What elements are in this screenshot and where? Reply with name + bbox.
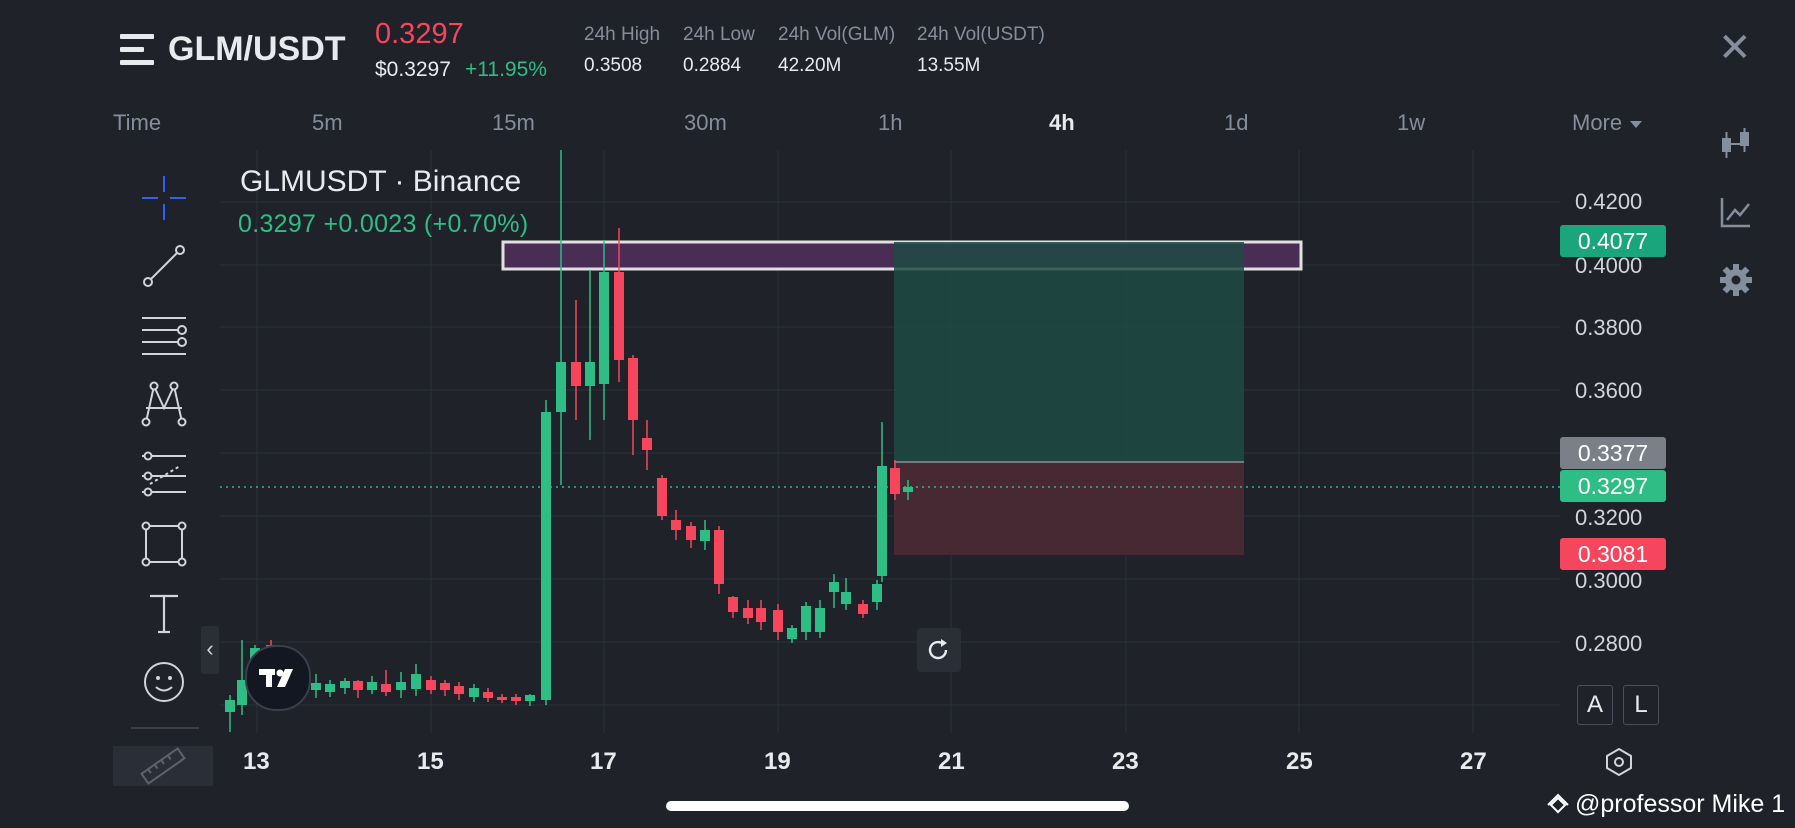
candle-body (890, 468, 900, 494)
rectangle-icon[interactable] (138, 518, 190, 570)
candle-body (829, 582, 839, 592)
candle-body (671, 520, 681, 530)
candle-body (340, 681, 350, 688)
tradingview-logo (245, 645, 311, 711)
date-axis-label: 19 (764, 748, 791, 775)
candle-body (571, 362, 581, 386)
measure-tool[interactable] (113, 746, 213, 786)
price-axis-label: 0.3600 (1575, 378, 1643, 403)
horizontal-lines-icon[interactable] (138, 310, 190, 362)
candle-body (325, 684, 335, 692)
entry-price-tag: 0.3377 (1560, 437, 1666, 469)
chart-quote: 0.3297 +0.0023 (+0.70%) (238, 210, 529, 238)
target-price-tag: 0.4077 (1560, 225, 1666, 257)
binance-icon (1547, 793, 1569, 814)
candle-body (396, 682, 406, 690)
candle-body (903, 487, 913, 492)
toolbar-divider (131, 727, 199, 729)
watermark: @professor Mike 1 (1575, 790, 1786, 818)
date-axis-label: 23 (1112, 748, 1139, 775)
candle-body (657, 478, 667, 516)
candle-body (858, 604, 868, 614)
candle-body (743, 608, 753, 618)
candle-body (511, 697, 521, 701)
stop-price-tag: 0.3081 (1560, 538, 1666, 570)
pattern-icon[interactable] (138, 378, 190, 430)
chart-symbol-title: GLMUSDT · Binance (240, 165, 522, 198)
candle-body (411, 674, 421, 689)
candle-body (469, 688, 479, 697)
candle-body (556, 362, 566, 412)
log-scale-button[interactable]: L (1623, 685, 1659, 725)
candle-body (628, 358, 638, 420)
candle-body (483, 692, 493, 698)
candle-body (872, 584, 882, 602)
candle-body (440, 683, 450, 690)
home-indicator (666, 801, 1129, 811)
axis-settings-icon[interactable] (1603, 746, 1635, 778)
candle-body (728, 597, 738, 612)
candle-body (311, 683, 321, 690)
date-axis-label: 13 (243, 748, 270, 775)
emoji-icon[interactable] (138, 656, 190, 708)
price-axis-label: 0.3800 (1575, 315, 1643, 340)
candle-body (877, 466, 887, 576)
candle-body (497, 697, 507, 700)
candle-body (454, 686, 464, 694)
date-axis-label: 21 (938, 748, 965, 775)
price-axis-label: 0.4200 (1575, 189, 1643, 214)
candlestick-icon[interactable] (1718, 126, 1754, 162)
candle-body (841, 592, 851, 604)
price-axis-label: 0.3200 (1575, 505, 1643, 530)
crosshair-icon[interactable] (138, 172, 190, 224)
reset-icon (928, 639, 948, 660)
date-axis-label: 25 (1286, 748, 1313, 775)
candle-body (686, 526, 696, 540)
position-loss-zone (894, 462, 1244, 555)
auto-scale-button[interactable]: A (1577, 685, 1613, 725)
candle-body (801, 606, 811, 632)
candle-body (599, 272, 609, 384)
reset-chart-button[interactable] (917, 628, 961, 672)
candle-body (225, 700, 235, 712)
date-axis-label: 17 (590, 748, 617, 775)
text-icon[interactable] (138, 588, 190, 640)
current-price-tag: 0.3297 (1560, 470, 1666, 502)
candle-body (426, 680, 436, 690)
candle-body (541, 412, 551, 700)
price-axis-label: 0.3000 (1575, 568, 1643, 593)
price-axis-label: 0.2800 (1575, 631, 1643, 656)
candle-body (773, 610, 783, 632)
candle-body (367, 682, 377, 690)
candle-body (614, 272, 624, 360)
candle-body (787, 628, 797, 639)
position-profit-zone (894, 242, 1244, 462)
indicator-icon[interactable] (1718, 194, 1754, 230)
candle-body (700, 530, 710, 541)
date-axis-label: 15 (417, 748, 444, 775)
candle-body (756, 608, 766, 622)
tradingview-icon (259, 669, 293, 687)
forecast-icon[interactable] (138, 448, 190, 500)
candle-body (525, 695, 535, 701)
ruler-icon (140, 747, 186, 785)
candle-body (353, 681, 363, 690)
date-axis-label: 27 (1460, 748, 1487, 775)
candle-body (815, 608, 825, 632)
candle-body (381, 684, 391, 692)
gear-icon[interactable] (1718, 262, 1754, 298)
candle-body (642, 438, 652, 450)
collapse-toolbar-button[interactable]: ‹ (201, 626, 219, 674)
candle-body (585, 362, 595, 386)
trend-line-icon[interactable] (138, 240, 190, 292)
candle-body (714, 530, 724, 584)
